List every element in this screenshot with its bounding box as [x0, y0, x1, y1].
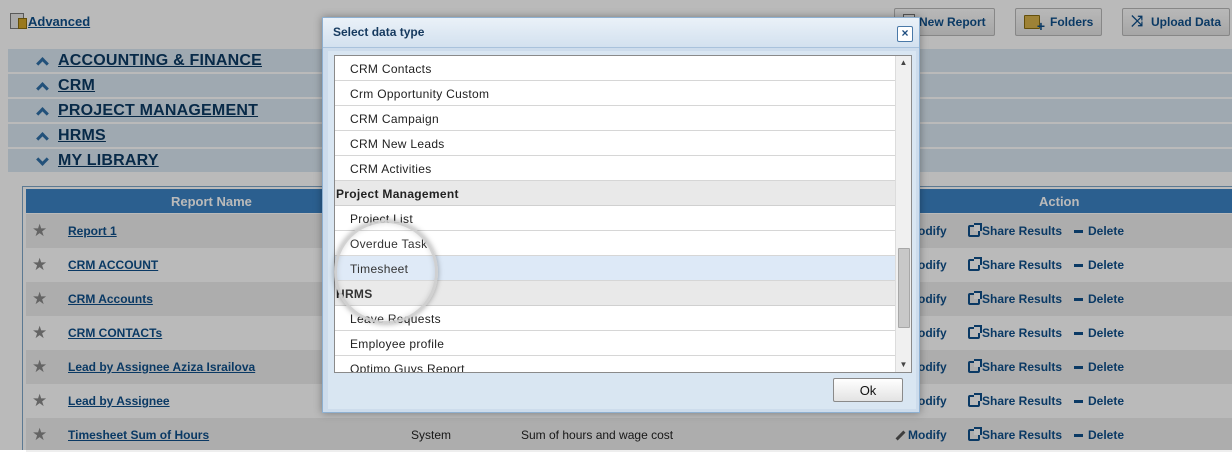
list-item-selected[interactable]: Timesheet — [335, 256, 895, 281]
list-group-header: HRMS — [335, 281, 895, 306]
list-item[interactable]: Leave Requests — [335, 306, 895, 331]
close-icon[interactable]: × — [897, 26, 913, 42]
list-item[interactable]: CRM Contacts — [335, 56, 895, 81]
data-type-list[interactable]: CRM Contacts Crm Opportunity Custom CRM … — [334, 55, 912, 373]
list-scrollbar[interactable]: ▲ ▼ — [895, 56, 911, 372]
group-label: Project Management — [336, 187, 459, 201]
dialog-title-bar: Select data type × — [323, 18, 919, 48]
list-group-header: Project Management — [335, 181, 895, 206]
scroll-down-arrow-icon[interactable]: ▼ — [896, 358, 911, 372]
list-item[interactable]: CRM Activities — [335, 156, 895, 181]
list-item-label: CRM Campaign — [350, 112, 439, 126]
scroll-up-arrow-icon[interactable]: ▲ — [896, 56, 911, 70]
list-item-label: CRM Contacts — [350, 62, 432, 76]
dialog-title: Select data type — [333, 25, 425, 39]
list-item-label: Timesheet — [350, 262, 409, 276]
list-item-label: CRM Activities — [350, 162, 432, 176]
list-item-label: Optimo Guys Report — [350, 362, 465, 373]
scrollbar-thumb[interactable] — [898, 248, 910, 328]
list-item-label: Project List — [350, 212, 413, 226]
list-item[interactable]: Employee profile — [335, 331, 895, 356]
list-item[interactable]: Project List — [335, 206, 895, 231]
list-item[interactable]: Crm Opportunity Custom — [335, 81, 895, 106]
list-item-label: Crm Opportunity Custom — [350, 87, 490, 101]
list-item[interactable]: Optimo Guys Report — [335, 356, 895, 373]
dialog-body: CRM Contacts Crm Opportunity Custom CRM … — [328, 51, 916, 409]
list-item[interactable]: CRM Campaign — [335, 106, 895, 131]
select-data-type-dialog: Select data type × CRM Contacts Crm Oppo… — [322, 17, 920, 413]
list-item-label: Overdue Task — [350, 237, 428, 251]
ok-button[interactable]: Ok — [833, 378, 903, 402]
list-item[interactable]: CRM New Leads — [335, 131, 895, 156]
group-label: HRMS — [336, 287, 373, 301]
list-item-label: CRM New Leads — [350, 137, 445, 151]
list-item-label: Leave Requests — [350, 312, 441, 326]
list-item-label: Employee profile — [350, 337, 445, 351]
list-item[interactable]: Overdue Task — [335, 231, 895, 256]
